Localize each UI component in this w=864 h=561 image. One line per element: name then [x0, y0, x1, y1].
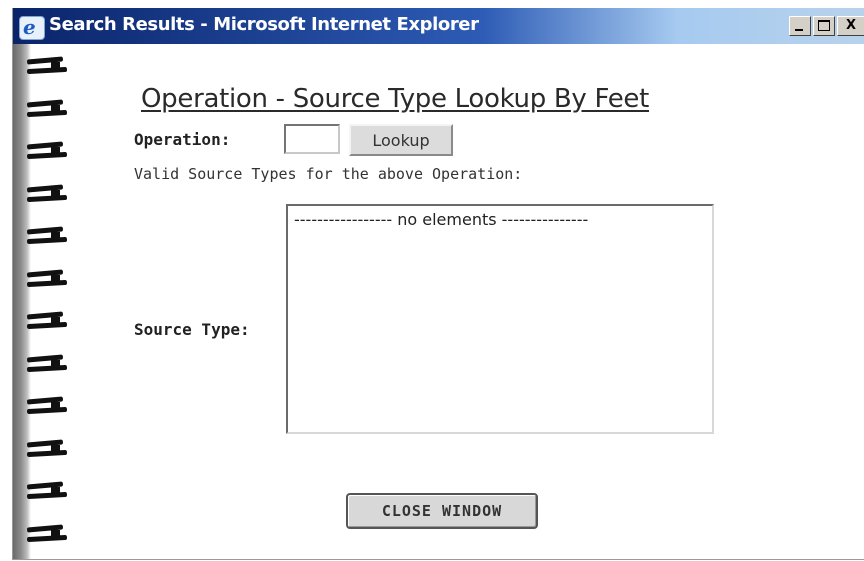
title-bar[interactable]: e Search Results - Microsoft Internet Ex…: [13, 8, 864, 44]
window-title: Search Results - Microsoft Internet Expl…: [49, 14, 479, 35]
spiral-ring: [26, 56, 71, 76]
spiral-ring-part: [26, 534, 68, 542]
source-type-label: Source Type:: [134, 320, 250, 339]
close-window-button[interactable]: CLOSE WINDOW: [346, 493, 538, 529]
close-icon: X: [845, 18, 857, 33]
spiral-ring: [26, 481, 71, 501]
spiral-ring-part: [26, 321, 68, 330]
page-title: Operation - Source Type Lookup By Feet: [141, 84, 650, 114]
minimize-button[interactable]: [789, 16, 811, 36]
close-window-x-button[interactable]: X: [837, 16, 864, 36]
spiral-ring: [26, 98, 71, 119]
spiral-ring-part: [26, 236, 68, 245]
spiral-ring-part: [26, 151, 68, 160]
spiral-ring: [26, 141, 71, 161]
spiral-ring-part: [26, 364, 68, 372]
spiral-ring: [26, 226, 71, 246]
browser-window: e Search Results - Microsoft Internet Ex…: [12, 8, 864, 560]
source-type-option[interactable]: ----------------- no elements ----------…: [294, 210, 588, 229]
spiral-ring-part: [26, 194, 68, 202]
source-type-listbox[interactable]: ----------------- no elements ----------…: [286, 204, 714, 434]
spiral-ring-part: [26, 406, 68, 415]
spiral-ring-part: [26, 109, 68, 117]
valid-source-types-text: Valid Source Types for the above Operati…: [134, 165, 523, 183]
spiral-ring: [26, 268, 71, 289]
operation-label: Operation:: [134, 130, 231, 149]
ie-icon[interactable]: e: [19, 15, 45, 40]
spiral-ring: [26, 438, 71, 459]
spiral-ring: [26, 311, 71, 331]
spiral-binding-decoration: [13, 44, 73, 559]
spiral-ring-part: [26, 66, 68, 75]
maximize-button[interactable]: [813, 16, 835, 36]
spiral-ring-part: [26, 491, 68, 500]
spiral-ring: [26, 523, 71, 544]
spiral-ring: [26, 183, 71, 204]
lookup-button[interactable]: Lookup: [349, 124, 453, 156]
operation-input[interactable]: [284, 124, 340, 154]
spiral-ring-part: [26, 279, 68, 287]
spiral-ring: [26, 396, 71, 416]
page-content: Operation - Source Type Lookup By Feet O…: [13, 44, 864, 559]
spiral-ring: [26, 353, 71, 374]
spiral-ring-part: [26, 449, 68, 457]
